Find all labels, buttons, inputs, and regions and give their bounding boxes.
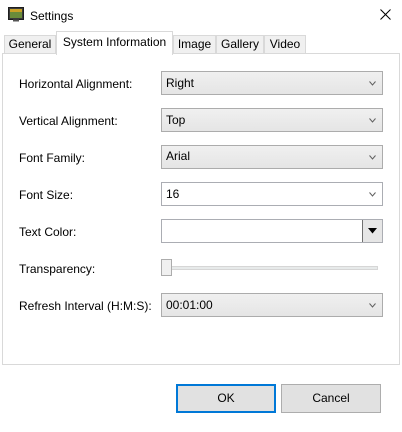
font-family-value: Arial (166, 149, 191, 163)
horizontal-alignment-value: Right (166, 76, 195, 90)
system-information-panel (2, 53, 400, 365)
vertical-alignment-value: Top (166, 113, 186, 127)
refresh-interval-label: Refresh Interval (H:M:S): (19, 299, 152, 313)
tab-strip: General System Information Image Gallery… (0, 31, 402, 55)
font-size-value[interactable]: 16 (166, 187, 179, 201)
title-bar: Settings (0, 0, 402, 31)
chevron-down-icon (369, 192, 376, 197)
horizontal-alignment-select[interactable]: Right (161, 71, 383, 95)
font-size-combo[interactable]: 16 (161, 182, 383, 206)
chevron-down-icon (369, 118, 376, 123)
vertical-alignment-label: Vertical Alignment: (19, 114, 118, 128)
tab-system-information[interactable]: System Information (56, 31, 173, 55)
horizontal-alignment-label: Horizontal Alignment: (19, 77, 133, 91)
window-title: Settings (30, 9, 74, 23)
settings-window: Settings General System Information Imag… (0, 0, 402, 432)
close-button[interactable] (368, 0, 402, 31)
tab-gallery[interactable]: Gallery (216, 35, 264, 54)
text-color-picker[interactable] (161, 219, 383, 243)
font-family-label: Font Family: (19, 151, 86, 165)
ok-button[interactable]: OK (176, 384, 276, 413)
transparency-label: Transparency: (19, 262, 96, 276)
text-color-label: Text Color: (19, 225, 77, 239)
vertical-alignment-select[interactable]: Top (161, 108, 383, 132)
refresh-interval-select[interactable]: 00:01:00 (161, 293, 383, 317)
text-color-dropdown-button[interactable] (362, 220, 382, 242)
chevron-down-icon (369, 81, 376, 86)
tab-image[interactable]: Image (173, 35, 216, 54)
settings-app-icon (8, 7, 24, 22)
cancel-button[interactable]: Cancel (281, 384, 381, 413)
tab-video[interactable]: Video (264, 35, 306, 54)
chevron-down-icon (369, 155, 376, 160)
transparency-slider-thumb[interactable] (161, 259, 172, 276)
tab-general[interactable]: General (4, 35, 56, 54)
close-icon (379, 8, 391, 23)
chevron-down-icon (368, 228, 377, 234)
refresh-interval-value: 00:01:00 (166, 298, 213, 312)
font-size-label: Font Size: (19, 188, 74, 202)
transparency-slider-track[interactable] (163, 266, 378, 270)
font-family-select[interactable]: Arial (161, 145, 383, 169)
chevron-down-icon (369, 303, 376, 308)
